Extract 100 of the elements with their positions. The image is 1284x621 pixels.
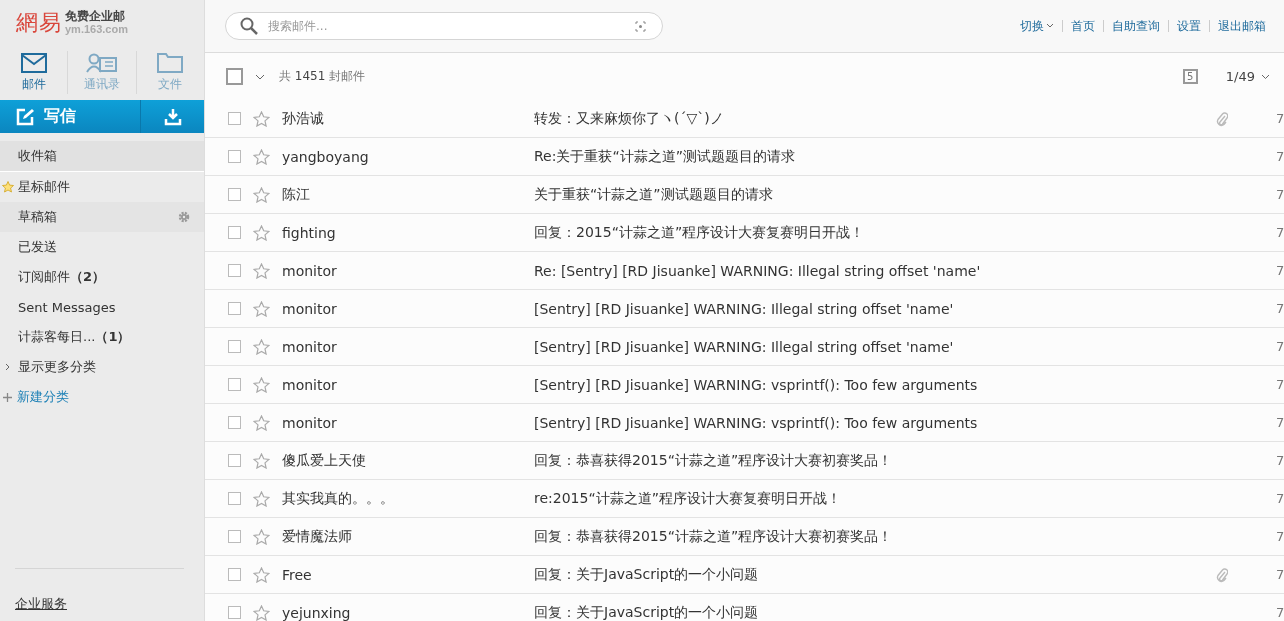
- row-checkbox[interactable]: [228, 454, 241, 467]
- mail-date: 7: [1276, 529, 1284, 544]
- row-checkbox[interactable]: [228, 112, 241, 125]
- enterprise-service-link[interactable]: 企业服务: [15, 595, 67, 613]
- mail-row[interactable]: monitor [Sentry] [RD Jisuanke] WARNING: vsprintf(): Too few arguments 7: [205, 366, 1284, 404]
- mail-subject: [Sentry] [RD Jisuanke] WARNING: Illegal string offset 'name': [534, 300, 955, 317]
- mail-subject: 回复：关于JavaScript的一个小问题: [534, 603, 760, 621]
- mail-date: 7: [1276, 377, 1284, 392]
- mail-date: 7: [1276, 187, 1284, 202]
- row-checkbox[interactable]: [228, 264, 241, 277]
- row-checkbox[interactable]: [228, 340, 241, 353]
- calendar-button[interactable]: 5: [1182, 69, 1198, 84]
- mail-row[interactable]: 孙浩诚 转发：又来麻烦你了ヽ(ˊ▽ˋ)ノ 7: [205, 100, 1284, 138]
- star-icon[interactable]: [253, 224, 270, 241]
- mail-sender: 爱情魔法师: [282, 527, 353, 546]
- row-checkbox[interactable]: [228, 416, 241, 429]
- star-icon[interactable]: [253, 300, 270, 317]
- logo-domain: ym.163.com: [65, 22, 128, 36]
- mail-subject: [Sentry] [RD Jisuanke] WARNING: Illegal string offset 'name': [534, 338, 955, 355]
- folder-item[interactable]: 计蒜客每日...（1）: [0, 322, 204, 352]
- mail-date: 7: [1276, 301, 1284, 316]
- top-link[interactable]: 自助查询: [1104, 17, 1168, 35]
- scan-icon[interactable]: [635, 20, 646, 32]
- row-checkbox[interactable]: [228, 606, 241, 619]
- top-link[interactable]: 退出邮箱: [1210, 17, 1274, 35]
- nav-tab[interactable]: 邮件: [0, 51, 68, 94]
- star-icon[interactable]: [253, 338, 270, 355]
- mail-row[interactable]: monitor [Sentry] [RD Jisuanke] WARNING: Illegal string offset 'name' 7: [205, 290, 1284, 328]
- mail-sender: monitor: [282, 376, 338, 393]
- mail-row[interactable]: monitor [Sentry] [RD Jisuanke] WARNING: vsprintf(): Too few arguments 7: [205, 404, 1284, 442]
- contact-card-icon: [86, 52, 118, 73]
- mail-row[interactable]: yejunxing 回复：关于JavaScript的一个小问题 7: [205, 594, 1284, 621]
- plus-icon[interactable]: [3, 392, 12, 402]
- envelope-icon: [20, 52, 47, 73]
- folder-icon: [157, 52, 184, 73]
- caret-icon: [1046, 23, 1054, 29]
- mail-row[interactable]: 其实我真的。。。 re:2015“计蒜之道”程序设计大赛复赛明日开战！ 7: [205, 480, 1284, 518]
- mail-subject: 回复：恭喜获得2015“计蒜之道”程序设计大赛初赛奖品！: [534, 527, 894, 546]
- mail-subject: [Sentry] [RD Jisuanke] WARNING: vsprintf(): Too few arguments: [534, 414, 979, 431]
- mail-date: 7: [1276, 225, 1284, 240]
- caret-icon[interactable]: [255, 73, 265, 80]
- mail-row[interactable]: yangboyang Re:关于重获“计蒜之道”测试题题目的请求 7: [205, 138, 1284, 176]
- mail-row[interactable]: monitor Re: [Sentry] [RD Jisuanke] WARNING: Illegal string offset 'name' 7: [205, 252, 1284, 290]
- folder-item[interactable]: 已发送: [0, 232, 204, 262]
- new-category-link[interactable]: 新建分类: [17, 388, 69, 406]
- logo-mark: 網易: [16, 8, 62, 37]
- row-checkbox[interactable]: [228, 302, 241, 315]
- star-icon[interactable]: [253, 528, 270, 545]
- star-icon[interactable]: [253, 452, 270, 469]
- top-link[interactable]: 切换: [1012, 17, 1062, 35]
- row-checkbox[interactable]: [228, 568, 241, 581]
- folder-item[interactable]: 收件箱: [0, 141, 204, 172]
- mail-subject: 转发：又来麻烦你了ヽ(ˊ▽ˋ)ノ: [534, 109, 725, 128]
- star-icon[interactable]: [253, 414, 270, 431]
- mail-subject: re:2015“计蒜之道”程序设计大赛复赛明日开战！: [534, 489, 842, 508]
- mail-date: 7: [1276, 339, 1284, 354]
- star-icon[interactable]: [253, 376, 270, 393]
- star-icon[interactable]: [253, 604, 270, 621]
- mail-subject: 关于重获“计蒜之道”测试题题目的请求: [534, 185, 774, 204]
- mail-sender: 陈江: [282, 185, 311, 204]
- top-link[interactable]: 首页: [1063, 17, 1103, 35]
- folder-item[interactable]: 草稿箱: [0, 202, 204, 232]
- settings-icon[interactable]: [178, 211, 190, 223]
- mail-row[interactable]: 陈江 关于重获“计蒜之道”测试题题目的请求 7: [205, 176, 1284, 214]
- star-icon[interactable]: [253, 490, 270, 507]
- chevron-icon[interactable]: [5, 363, 10, 371]
- row-checkbox[interactable]: [228, 378, 241, 391]
- mail-row[interactable]: 爱情魔法师 回复：恭喜获得2015“计蒜之道”程序设计大赛初赛奖品！ 7: [205, 518, 1284, 556]
- top-link[interactable]: 设置: [1169, 17, 1209, 35]
- more-categories-link[interactable]: 显示更多分类: [18, 358, 96, 376]
- mail-sender: monitor: [282, 300, 338, 317]
- mail-date: 7: [1276, 149, 1284, 164]
- folder-item[interactable]: Sent Messages: [0, 292, 204, 322]
- mail-subject: Re: [Sentry] [RD Jisuanke] WARNING: Illegal string offset 'name': [534, 262, 982, 279]
- star-icon[interactable]: [253, 110, 270, 127]
- mail-date: 7: [1276, 415, 1284, 430]
- star-icon[interactable]: [253, 186, 270, 203]
- row-checkbox[interactable]: [228, 188, 241, 201]
- star-icon[interactable]: [253, 566, 270, 583]
- folder-item[interactable]: 星标邮件: [0, 172, 204, 202]
- mail-row[interactable]: monitor [Sentry] [RD Jisuanke] WARNING: Illegal string offset 'name' 7: [205, 328, 1284, 366]
- row-checkbox[interactable]: [228, 530, 241, 543]
- mail-subject: 回复：关于JavaScript的一个小问题: [534, 565, 760, 584]
- select-all-checkbox[interactable]: [226, 68, 243, 85]
- mail-sender: fighting: [282, 224, 337, 241]
- row-checkbox[interactable]: [228, 150, 241, 163]
- mail-row[interactable]: fighting 回复：2015“计蒜之道”程序设计大赛复赛明日开战！ 7: [205, 214, 1284, 252]
- row-checkbox[interactable]: [228, 226, 241, 239]
- mail-count: 共 1451 封邮件: [279, 68, 366, 85]
- star-icon: [2, 181, 14, 193]
- search-input[interactable]: 搜索邮件...: [266, 18, 627, 34]
- search-field[interactable]: 搜索邮件...: [225, 12, 663, 40]
- mail-row[interactable]: 傻瓜爱上天使 回复：恭喜获得2015“计蒜之道”程序设计大赛初赛奖品！ 7: [205, 442, 1284, 480]
- mail-row[interactable]: Free 回复：关于JavaScript的一个小问题 7: [205, 556, 1284, 594]
- star-icon[interactable]: [253, 262, 270, 279]
- row-checkbox[interactable]: [228, 492, 241, 505]
- page-selector[interactable]: 1/49: [1225, 69, 1270, 84]
- star-icon[interactable]: [253, 148, 270, 165]
- folder-item[interactable]: 订阅邮件（2）: [0, 262, 204, 292]
- mail-date: 7: [1276, 605, 1284, 620]
